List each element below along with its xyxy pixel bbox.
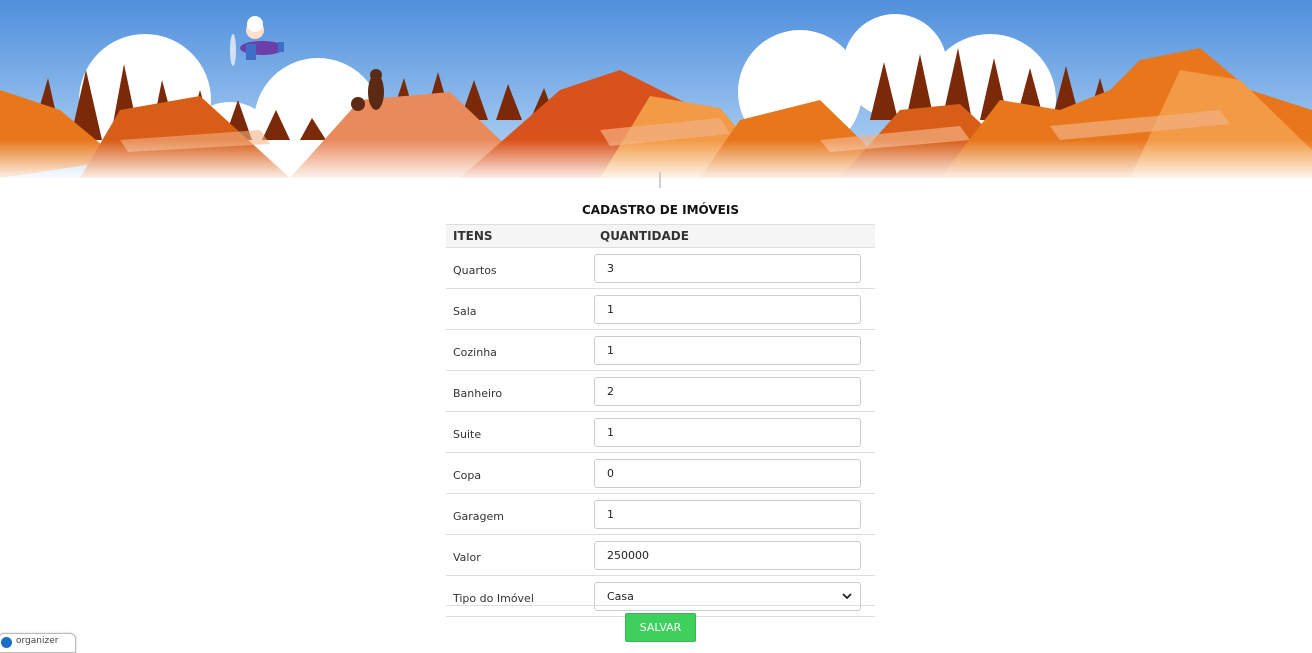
table-row: Garagem: [446, 493, 875, 535]
organizer-icon: [1, 637, 12, 648]
property-table: ITENS QUANTIDADE Quartos Sala Cozinha Ba…: [446, 224, 875, 617]
row-label-valor: Valor: [446, 534, 593, 576]
row-label-banheiro: Banheiro: [446, 370, 593, 412]
garagem-input[interactable]: [594, 499, 861, 529]
cozinha-input[interactable]: [594, 335, 861, 365]
table-row: Quartos: [446, 247, 875, 289]
row-label-suite: Suite: [446, 411, 593, 453]
table-header-row: ITENS QUANTIDADE: [446, 224, 875, 248]
table-row: Cozinha: [446, 329, 875, 371]
row-label-quartos: Quartos: [446, 247, 593, 289]
organizer-badge[interactable]: organizer: [0, 633, 76, 653]
table-row: Sala: [446, 288, 875, 330]
copa-input[interactable]: [594, 458, 861, 488]
table-row: Tipo do Imóvel Casa: [446, 575, 875, 617]
row-label-garagem: Garagem: [446, 493, 593, 535]
row-label-cozinha: Cozinha: [446, 329, 593, 371]
form-footer-divider: [446, 605, 875, 606]
property-type-value[interactable]: Casa: [594, 581, 861, 611]
property-form: CADASTRO DE IMÓVEIS ITENS QUANTIDADE Qua…: [446, 196, 875, 617]
row-label-tipo: Tipo do Imóvel: [446, 575, 593, 617]
save-button[interactable]: SALVAR: [625, 613, 696, 642]
chevron-down-icon: [842, 592, 852, 599]
property-type-select[interactable]: Casa: [594, 581, 861, 611]
sala-input[interactable]: [594, 294, 861, 324]
row-label-sala: Sala: [446, 288, 593, 330]
landscape-illustration: [0, 0, 1312, 178]
row-label-copa: Copa: [446, 452, 593, 494]
divider-tick: [659, 172, 661, 188]
suite-input[interactable]: [594, 417, 861, 447]
form-title: CADASTRO DE IMÓVEIS: [581, 203, 739, 217]
organizer-label: organizer: [16, 636, 59, 646]
table-row: Suite: [446, 411, 875, 453]
table-row: Valor: [446, 534, 875, 576]
valor-input[interactable]: [594, 540, 861, 570]
quartos-input[interactable]: [594, 253, 861, 283]
table-row: Banheiro: [446, 370, 875, 412]
column-header-quantity: QUANTIDADE: [593, 224, 875, 248]
header-banner: [0, 0, 1312, 178]
column-header-items: ITENS: [446, 224, 593, 248]
banheiro-input[interactable]: [594, 376, 861, 406]
table-row: Copa: [446, 452, 875, 494]
